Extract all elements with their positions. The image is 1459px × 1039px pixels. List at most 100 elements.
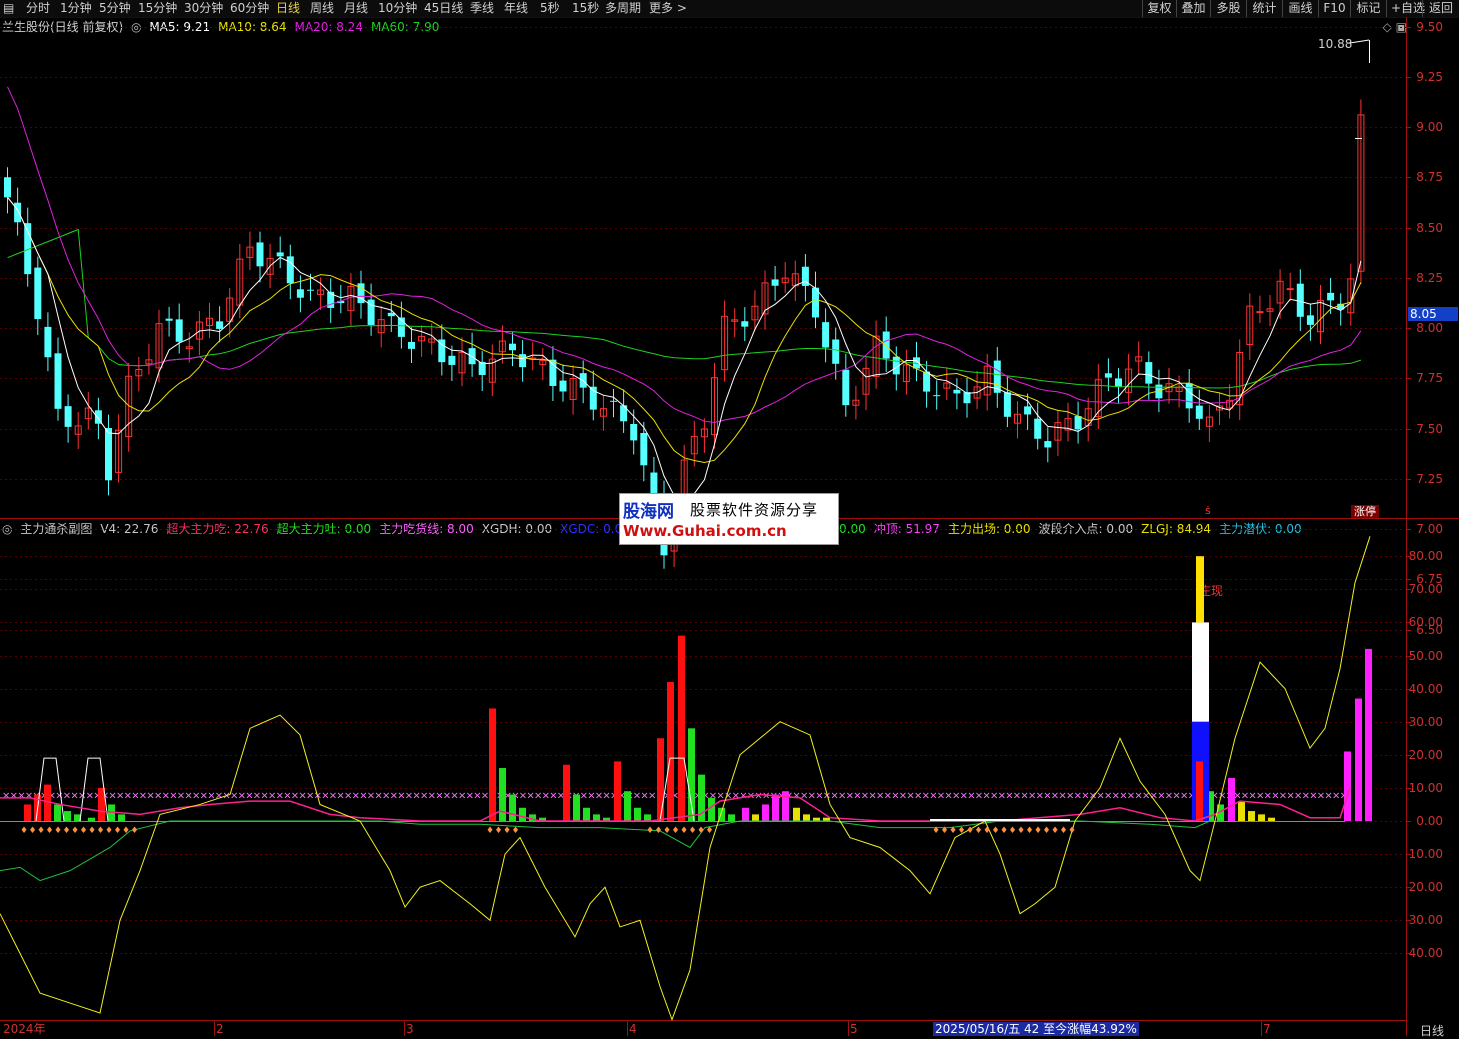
indicator-bar [634,807,641,821]
diamond-marker: ♦ [706,826,714,836]
stack-bar-yellow [1196,556,1204,623]
candle-body [771,279,779,286]
candle-body [34,267,42,320]
indicator-bar [1355,698,1362,821]
indicator-bar [657,738,664,821]
candle-body [923,371,931,392]
candle-body [1104,373,1112,378]
candle-body [54,353,62,409]
diamond-marker: ♦ [20,826,28,836]
diamond-marker: ♦ [680,826,688,836]
diamond-marker: ♦ [512,826,520,836]
diamond-marker: ♦ [1034,826,1042,836]
candle-body [559,380,567,392]
candle-body [822,322,830,348]
diamond-marker: ♦ [1026,826,1034,836]
candle-body [842,369,850,406]
candle-body [1185,383,1193,409]
diamond-marker: ♦ [88,826,96,836]
indicator-bar [728,814,735,821]
candle-body [1306,315,1314,325]
candle-body [933,395,941,397]
candle-body [408,341,415,349]
ma20-line [7,86,1362,424]
indicator-bar [624,791,631,821]
diamond-marker: ♦ [486,826,494,836]
diamond-marker: ♦ [122,826,130,836]
indicator-bar [509,794,516,821]
candle-body [44,326,52,358]
ma60-line [7,228,1362,389]
diamond-marker: ♦ [105,826,113,836]
candle-body [307,289,314,291]
indicator-bar [583,807,590,821]
diamond-marker: ♦ [672,826,680,836]
diamond-marker: ♦ [941,826,949,836]
indicator-bar [54,804,61,821]
stack-bar-red [1196,761,1203,821]
watermark-slogan: 股票软件资源分享 [690,501,819,519]
candle-body [509,343,516,351]
candle-body [832,339,840,364]
diamond-marker: ♦ [114,826,122,836]
diamond-marker: ♦ [697,826,705,836]
diamond-marker: ♦ [992,826,1000,836]
diamond-marker: ♦ [646,826,654,836]
candle-body [1034,418,1042,439]
indicator-bar [1268,817,1275,821]
diamond-marker: ♦ [958,826,966,836]
diamond-marker: ♦ [1068,826,1076,836]
diamond-marker: ♦ [1043,826,1051,836]
indicator-bar [667,681,674,821]
indicator-bar [1248,811,1255,821]
high-marker-arrow [1349,39,1370,44]
candle-body [296,289,304,298]
indicator-bar [519,807,526,821]
diamond-marker: ♦ [663,826,671,836]
watermark-url: Www.Guhai.com.cn [623,522,787,540]
candle-body [1256,311,1264,314]
candle-body [1044,441,1052,448]
diamond-marker: ♦ [655,826,663,836]
candle-body [1115,378,1122,387]
diamond-marker: ♦ [503,826,511,836]
candle-body [640,432,648,466]
indicator-bar [593,814,600,821]
indicator-bar [708,797,715,821]
indicator-bar [118,814,125,821]
indicator-bar [793,807,800,821]
indicator-bar [573,794,580,821]
indicator-bar [772,794,779,821]
diamond-marker: ♦ [46,826,54,836]
candle-body [387,312,395,317]
diamond-marker: ♦ [63,826,71,836]
candle-body [549,359,557,386]
candle-body [105,427,112,481]
candle-body [14,202,22,223]
candle-body [276,252,284,257]
diamond-marker: ♦ [1017,826,1025,836]
diamond-marker: ♦ [1000,826,1008,836]
indicator-bar [88,817,95,821]
candle-body [448,355,456,365]
diamond-marker: ♦ [131,826,139,836]
candle-body [1003,392,1011,417]
indicator-bar [742,807,749,821]
candle-body [882,331,890,359]
diamond-marker: ♦ [966,826,974,836]
guhai-watermark-logo: 股海网 股票软件资源分享 Www.Guhai.com.cn [619,493,839,545]
diamond-marker: ♦ [689,826,697,836]
indicator-bar [1258,814,1265,821]
candle-body [4,177,11,198]
diamond-marker: ♦ [54,826,62,836]
indicator-bar [644,814,651,821]
candle-body [1286,288,1294,291]
stack-bar-white [1192,622,1209,722]
candle-body [1145,362,1153,384]
candle-body [1074,416,1082,430]
indicator-bar [614,761,621,821]
diamond-marker: ♦ [71,826,79,836]
candle-body [1195,405,1203,419]
diamond-marker: ♦ [29,826,37,836]
indicator-bar [1238,801,1245,821]
